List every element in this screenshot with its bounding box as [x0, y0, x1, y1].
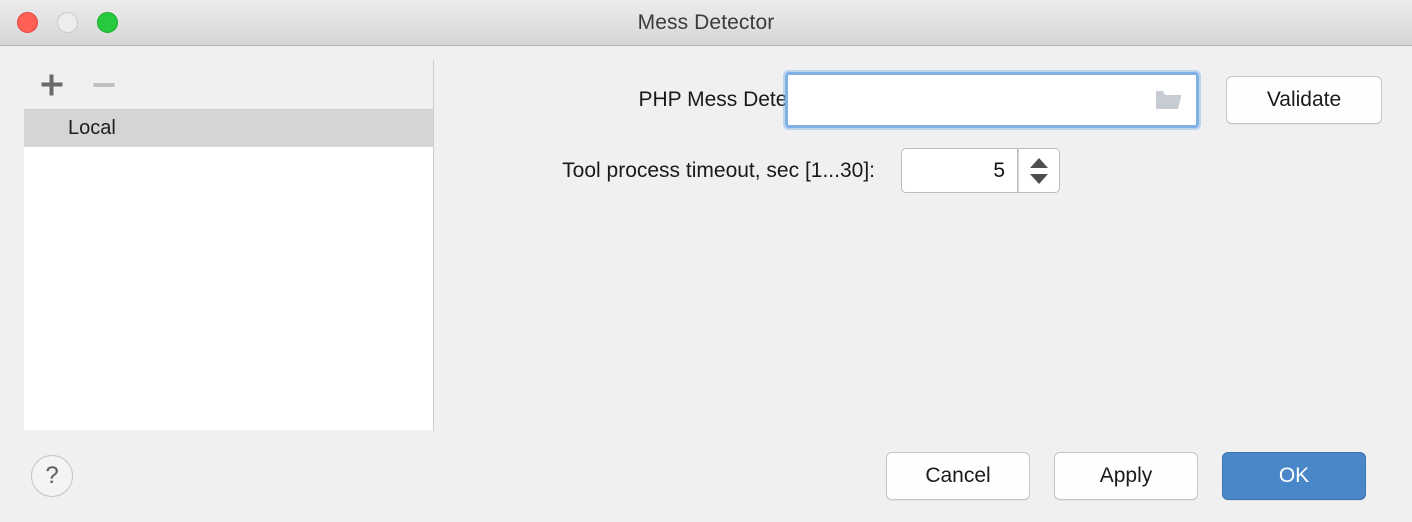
add-interpreter-button[interactable]: [32, 64, 72, 106]
ok-button[interactable]: OK: [1222, 452, 1366, 500]
timeout-input[interactable]: 5: [901, 148, 1018, 193]
panel-divider: [433, 60, 434, 431]
stepper-buttons[interactable]: [1018, 148, 1060, 193]
window-title: Mess Detector: [637, 11, 775, 34]
mess-detector-dialog: Mess Detector Local PHP Mess Detector pa…: [0, 0, 1412, 522]
path-field-wrapper[interactable]: [785, 72, 1199, 128]
stepper-down-icon[interactable]: [1030, 174, 1048, 184]
timeout-stepper[interactable]: 5: [901, 148, 1060, 193]
validate-button[interactable]: Validate: [1226, 76, 1382, 124]
path-input[interactable]: [798, 75, 1142, 127]
folder-icon[interactable]: [1155, 89, 1182, 111]
minus-icon: [93, 83, 115, 87]
timeout-label: Tool process timeout, sec [1...30]:: [562, 159, 875, 182]
help-button[interactable]: ?: [31, 455, 73, 497]
interpreter-list[interactable]: Local: [24, 109, 433, 430]
apply-button[interactable]: Apply: [1054, 452, 1198, 500]
timeout-value: 5: [993, 159, 1005, 182]
remove-interpreter-button[interactable]: [84, 64, 124, 106]
plus-icon: [41, 74, 63, 96]
list-toolbar: [24, 64, 433, 109]
titlebar: Mess Detector: [0, 0, 1412, 46]
cancel-button[interactable]: Cancel: [886, 452, 1030, 500]
stepper-up-icon[interactable]: [1030, 158, 1048, 168]
list-item-local[interactable]: Local: [24, 110, 433, 147]
